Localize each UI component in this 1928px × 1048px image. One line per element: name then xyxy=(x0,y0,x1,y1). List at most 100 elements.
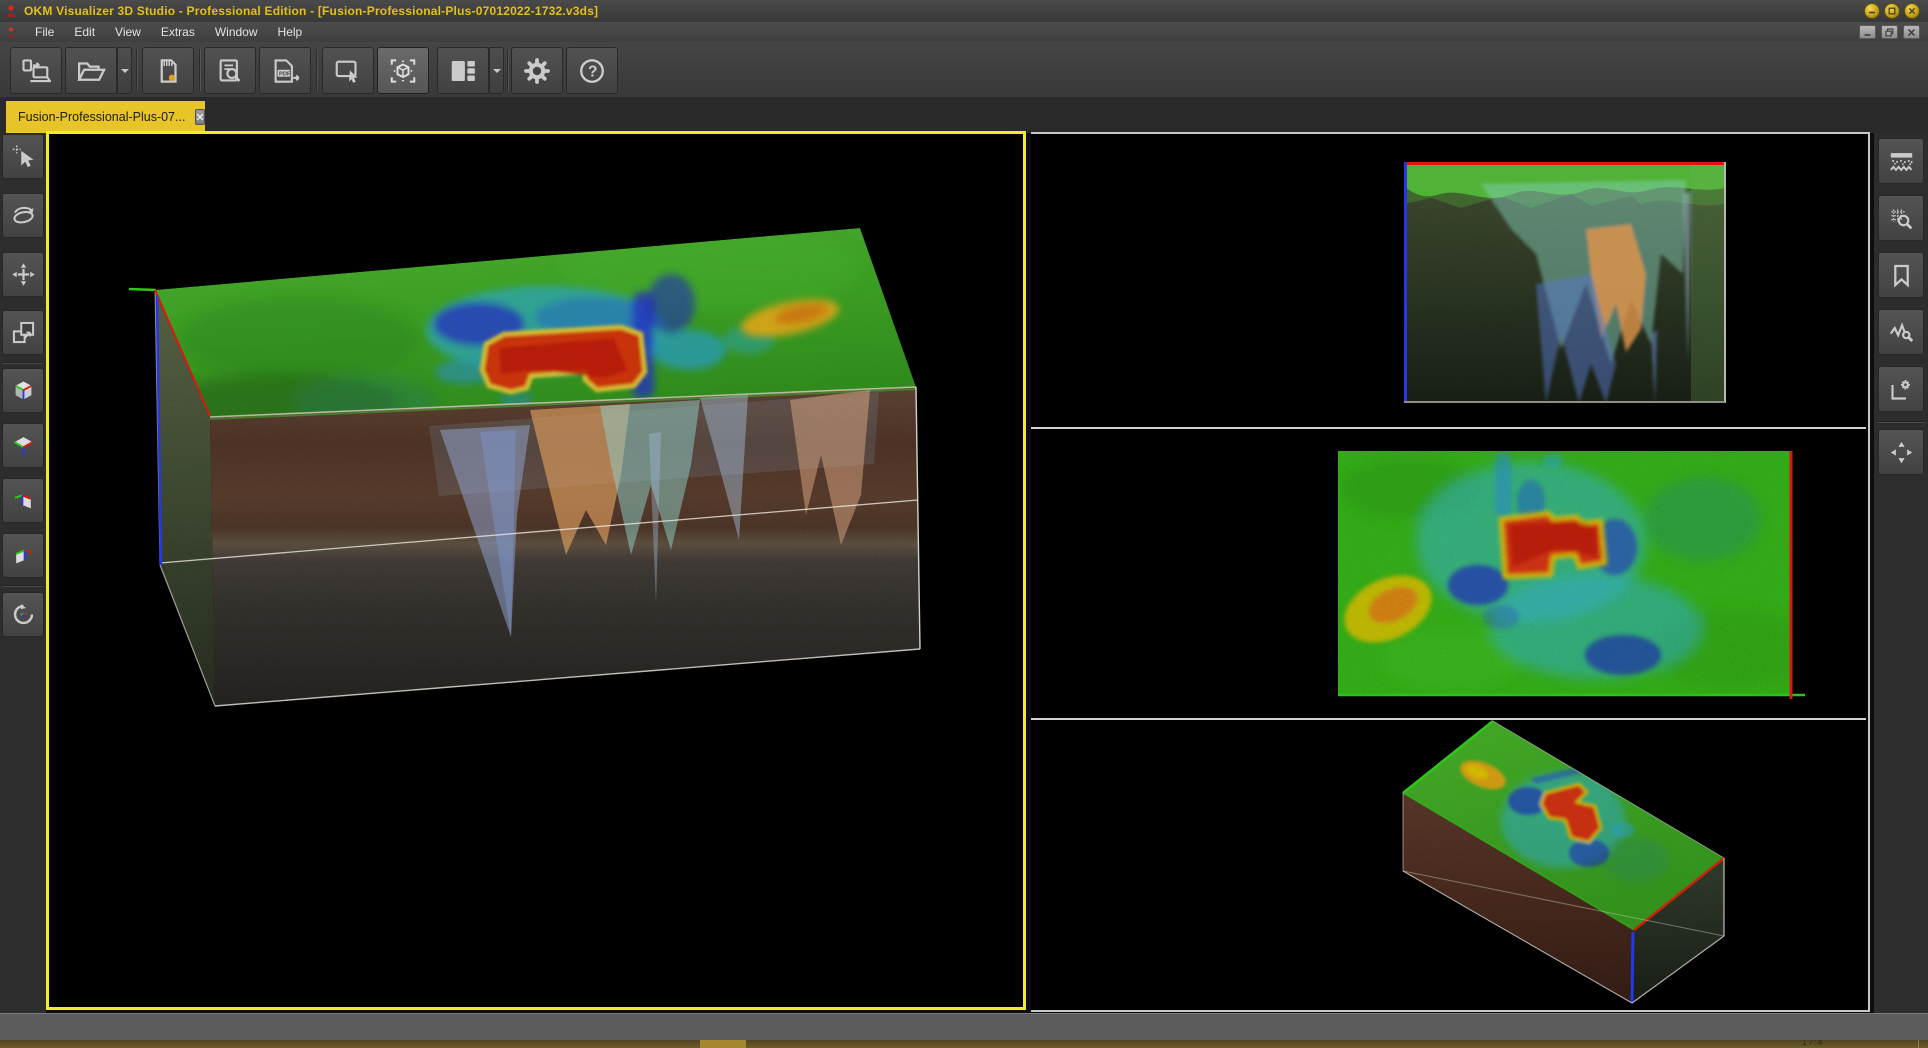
cross-section-viewport-cell xyxy=(1031,134,1866,429)
document-app-icon xyxy=(5,26,17,38)
rotate-reset-icon xyxy=(10,601,37,628)
front-cross-section-view[interactable] xyxy=(1031,134,1866,427)
grid-magnifier-icon xyxy=(1888,205,1915,232)
reset-rotation-button[interactable] xyxy=(2,592,44,637)
perspective-3d-view[interactable] xyxy=(49,134,1023,1007)
close-icon xyxy=(196,113,204,121)
report-search-icon xyxy=(215,56,245,86)
select-pointer-button[interactable] xyxy=(2,134,44,179)
pointer-crosshair-icon xyxy=(10,143,37,170)
main-toolbar: PDF xyxy=(0,42,1928,98)
move-arrows-icon xyxy=(10,261,37,288)
bookmark-icon xyxy=(1888,262,1915,289)
save-scan-button[interactable] xyxy=(142,47,194,94)
window-minimize-icon xyxy=(1868,7,1876,15)
svg-text:PDF: PDF xyxy=(279,71,291,77)
menu-extras[interactable]: Extras xyxy=(151,23,205,41)
open-file-dropdown[interactable] xyxy=(117,47,132,94)
okm-logo-icon xyxy=(4,4,18,18)
cube-axes-icon xyxy=(10,377,37,404)
scale-view-button[interactable] xyxy=(2,310,44,355)
touch-input-button[interactable] xyxy=(322,47,374,94)
window-title: OKM Visualizer 3D Studio - Professional … xyxy=(24,4,598,18)
window-close-button[interactable] xyxy=(1904,3,1920,19)
open-file-button[interactable] xyxy=(65,47,117,94)
axis-side-view-icon xyxy=(10,487,37,514)
view-side-button[interactable] xyxy=(2,478,44,523)
right-tool-rail xyxy=(1874,133,1928,1013)
menu-window[interactable]: Window xyxy=(205,23,268,41)
taskbar-highlight-segment xyxy=(700,1040,746,1048)
isometric-3d-view[interactable] xyxy=(1031,720,1866,1008)
tablet-touch-icon xyxy=(333,56,363,86)
top-down-heatmap-view[interactable] xyxy=(1031,429,1866,718)
mdi-close-button[interactable] xyxy=(1903,25,1920,39)
signal-analysis-button[interactable] xyxy=(1878,309,1924,355)
tab-close-button[interactable] xyxy=(195,109,205,125)
window-close-icon xyxy=(1907,28,1916,37)
aux-viewport-panel xyxy=(1031,132,1870,1012)
signal-wrench-icon xyxy=(1888,319,1915,346)
help-icon: ? xyxy=(577,56,607,86)
mdi-restore-button[interactable] xyxy=(1881,25,1898,39)
memory-card-icon xyxy=(153,56,183,86)
window-minimize-button[interactable] xyxy=(1864,3,1880,19)
taskbar-separator xyxy=(1918,1040,1919,1048)
resize-icon xyxy=(10,319,37,346)
center-3d-view-button[interactable] xyxy=(377,47,429,94)
isometric-viewport-cell xyxy=(1031,720,1866,1008)
window-maximize-icon xyxy=(1888,7,1896,15)
bookmarks-button[interactable] xyxy=(1878,252,1924,298)
taskbar-clock: 17:4 xyxy=(1802,1040,1824,1047)
tab-label: Fusion-Professional-Plus-07... xyxy=(18,110,185,124)
main-viewport-frame xyxy=(46,131,1026,1010)
orbit-rotate-icon xyxy=(10,202,37,229)
svg-text:?: ? xyxy=(588,63,598,80)
soil-layers-icon xyxy=(1888,148,1915,175)
import-icon xyxy=(21,56,51,86)
axis-top-view-icon xyxy=(10,432,37,459)
title-bar: OKM Visualizer 3D Studio - Professional … xyxy=(0,0,1928,23)
menu-help[interactable]: Help xyxy=(268,23,313,41)
export-pdf-button[interactable]: PDF xyxy=(259,47,311,94)
status-bar xyxy=(0,1013,1928,1040)
ground-layers-button[interactable] xyxy=(1878,138,1924,184)
okm-visualizer-window: OKM Visualizer 3D Studio - Professional … xyxy=(0,0,1928,1048)
view-layout-dropdown[interactable] xyxy=(489,47,504,94)
view-front-button[interactable] xyxy=(2,533,44,578)
pdf-export-icon: PDF xyxy=(270,56,300,86)
help-button[interactable]: ? xyxy=(566,47,618,94)
layout-panels-icon xyxy=(448,56,478,86)
settings-button[interactable] xyxy=(511,47,563,94)
mdi-minimize-button[interactable] xyxy=(1859,25,1876,39)
grid-search-button[interactable] xyxy=(1878,195,1924,241)
menu-edit[interactable]: Edit xyxy=(64,23,105,41)
tab-fusion-professional-plus[interactable]: Fusion-Professional-Plus-07... xyxy=(6,101,205,133)
view-top-button[interactable] xyxy=(2,423,44,468)
axis-front-view-icon xyxy=(10,542,37,569)
window-maximize-button[interactable] xyxy=(1884,3,1900,19)
frame-gear-icon xyxy=(1888,376,1915,403)
window-close-icon xyxy=(1908,7,1916,15)
view-3d-perspective-button[interactable] xyxy=(2,368,44,413)
view-settings-button[interactable] xyxy=(1878,366,1924,412)
menu-file[interactable]: File xyxy=(25,23,64,41)
import-data-button[interactable] xyxy=(10,47,62,94)
gear-icon xyxy=(522,56,552,86)
cube-focus-icon xyxy=(388,56,418,86)
view-layout-button[interactable] xyxy=(437,47,489,94)
document-tab-bar: Fusion-Professional-Plus-07... xyxy=(0,97,1928,133)
left-tool-rail xyxy=(0,133,46,1013)
menu-bar: File Edit View Extras Window Help xyxy=(0,22,1928,43)
rotate-orbit-button[interactable] xyxy=(2,193,44,238)
window-restore-icon xyxy=(1885,28,1894,37)
window-minimize-icon xyxy=(1863,28,1872,37)
menu-view[interactable]: View xyxy=(105,23,151,41)
pan-arrows-icon xyxy=(1888,439,1915,466)
folder-open-icon xyxy=(76,56,106,86)
taskbar-strip: 17:4 xyxy=(0,1040,1928,1048)
scan-preview-button[interactable] xyxy=(204,47,256,94)
move-view-button[interactable] xyxy=(2,252,44,297)
top-down-viewport-cell xyxy=(1031,429,1866,720)
pan-views-button[interactable] xyxy=(1878,429,1924,475)
